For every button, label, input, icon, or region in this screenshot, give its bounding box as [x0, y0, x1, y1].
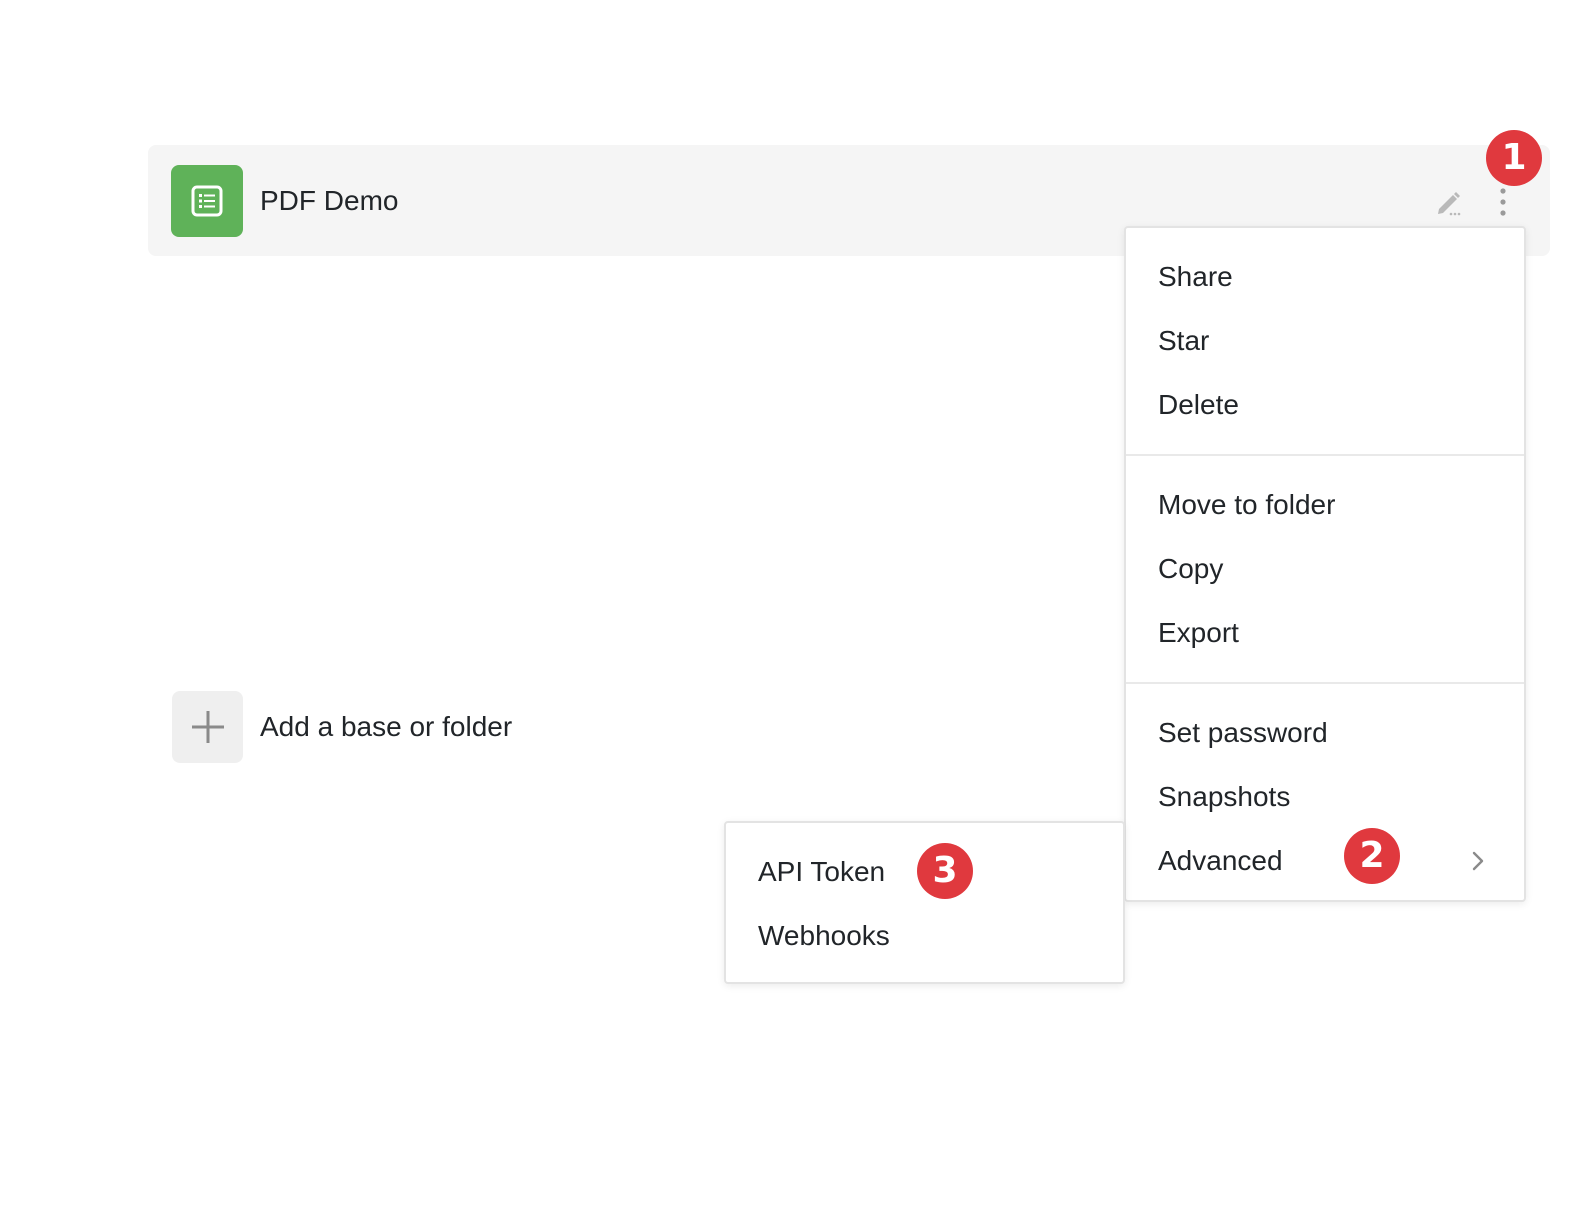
menu-item-copy[interactable]: Copy	[1126, 537, 1524, 601]
more-options-icon[interactable]	[1486, 183, 1520, 221]
chevron-right-icon	[1472, 851, 1484, 871]
submenu-item-webhooks[interactable]: Webhooks	[726, 904, 1123, 968]
menu-item-move-to-folder[interactable]: Move to folder	[1126, 473, 1524, 537]
add-base-button[interactable]	[172, 691, 243, 763]
menu-section-security: Set password Snapshots Advanced	[1126, 682, 1524, 910]
step-badge-2: 2	[1344, 828, 1400, 884]
edit-pencil-icon[interactable]	[1432, 185, 1466, 219]
menu-section-organize: Move to folder Copy Export	[1126, 454, 1524, 682]
advanced-submenu: API Token Webhooks	[724, 821, 1125, 984]
base-name[interactable]: PDF Demo	[260, 183, 398, 219]
menu-item-export[interactable]: Export	[1126, 601, 1524, 665]
menu-item-star[interactable]: Star	[1126, 309, 1524, 373]
menu-item-advanced-label: Advanced	[1158, 845, 1283, 876]
step-badge-1: 1	[1486, 130, 1542, 186]
table-list-icon	[171, 165, 243, 237]
step-badge-3: 3	[917, 843, 973, 899]
plus-icon	[191, 711, 224, 743]
menu-item-set-password[interactable]: Set password	[1126, 701, 1524, 765]
menu-item-snapshots[interactable]: Snapshots	[1126, 765, 1524, 829]
menu-item-delete[interactable]: Delete	[1126, 373, 1524, 437]
menu-section-basic: Share Star Delete	[1126, 228, 1524, 454]
menu-item-share[interactable]: Share	[1126, 245, 1524, 309]
add-base-label[interactable]: Add a base or folder	[260, 709, 512, 745]
base-options-menu: Share Star Delete Move to folder Copy Ex…	[1124, 226, 1526, 902]
menu-item-advanced[interactable]: Advanced	[1126, 829, 1524, 893]
